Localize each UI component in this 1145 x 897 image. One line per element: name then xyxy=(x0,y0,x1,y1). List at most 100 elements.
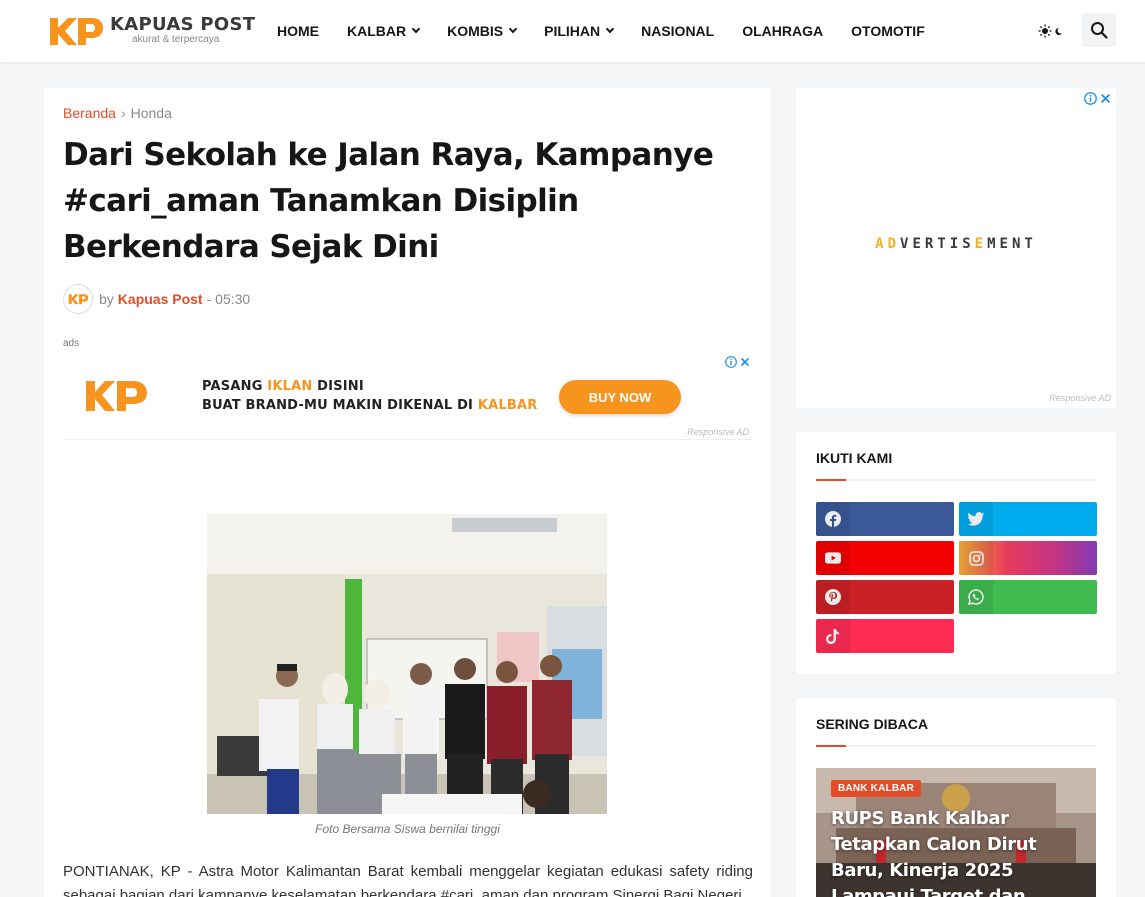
article-body: PONTIANAK, KP - Astra Motor Kalimantan B… xyxy=(63,860,753,897)
nav-pilihan-label: PILIHAN xyxy=(544,23,601,39)
responsive-ad-label: Responsive AD xyxy=(687,427,749,437)
nav-kombis[interactable]: KOMBIS xyxy=(447,23,518,39)
nav-olahraga[interactable]: OLAHRAGA xyxy=(742,23,823,39)
nav-pilihan[interactable]: PILIHAN xyxy=(544,23,615,39)
whatsapp-icon xyxy=(968,589,984,605)
site-header: KAPUAS POST akurat & terpercaya HOME KAL… xyxy=(0,0,1145,62)
ad-line2-pre: BUAT BRAND-MU MAKIN DIKENAL DI xyxy=(202,398,478,413)
ads-label: ads xyxy=(63,338,80,349)
follow-widget: IKUTI KAMI xyxy=(796,432,1116,674)
breadcrumb-current[interactable]: Honda xyxy=(131,105,172,121)
advertisement-text: ADVERTISEMENT xyxy=(796,236,1116,252)
advertisement-label: ADVERTISEMENT xyxy=(875,236,1037,252)
social-facebook[interactable] xyxy=(816,502,954,536)
advertisement-letter: T xyxy=(937,236,950,252)
nav-olahraga-label: OLAHRAGA xyxy=(742,23,824,39)
site-logo[interactable]: KAPUAS POST akurat & terpercaya xyxy=(46,12,256,50)
meta-by: by xyxy=(99,291,114,307)
social-twitter[interactable] xyxy=(959,502,1097,536)
widget-title-underline xyxy=(816,745,1096,747)
kp-logo-mark xyxy=(86,381,147,411)
popular-widget: SERING DIBACA BANK KALBAR RUPS Bank Kalb… xyxy=(796,698,1116,897)
post-title[interactable]: RUPS Bank Kalbar Tetapkan Calon Dirut Ba… xyxy=(831,806,1086,897)
nav-nasional-label: NASIONAL xyxy=(641,23,715,39)
logo-name: KAPUAS POST xyxy=(110,14,256,35)
nav-home-label: HOME xyxy=(277,23,319,39)
buy-now-button[interactable]: BUY NOW xyxy=(559,380,681,414)
ad-banner[interactable]: PASANG IKLAN DISINI BUAT BRAND-MU MAKIN … xyxy=(63,352,753,440)
ad-line1-post: DISINI xyxy=(312,379,364,394)
social-tiktok[interactable] xyxy=(816,619,954,653)
advertisement-letter: D xyxy=(887,236,901,252)
responsive-ad-label: Responsive AD xyxy=(1049,393,1111,403)
nav-otomotif-label: OTOMOTIF xyxy=(851,23,925,39)
advertisement-letter: S xyxy=(962,236,975,252)
post-category-badge[interactable]: BANK KALBAR xyxy=(831,780,922,797)
youtube-icon xyxy=(825,550,841,566)
nav-kalbar[interactable]: KALBAR xyxy=(347,23,421,39)
advertisement-letter: E xyxy=(999,236,1012,252)
ad-choices[interactable] xyxy=(1084,92,1111,105)
advertisement-letter: V xyxy=(900,236,913,252)
widget-title: SERING DIBACA xyxy=(816,716,929,732)
article-container: Beranda › Honda Dari Sekolah ke Jalan Ra… xyxy=(44,88,771,897)
pinterest-icon xyxy=(825,589,841,605)
social-instagram[interactable] xyxy=(959,541,1097,575)
main-nav: HOME KALBAR KOMBIS PILIHAN NASIONAL OLAH… xyxy=(277,0,953,62)
advertisement-letter: T xyxy=(1024,236,1037,252)
advertisement-letter: E xyxy=(912,236,925,252)
ad-subline: BUAT BRAND-MU MAKIN DIKENAL DI KALBAR xyxy=(202,398,537,413)
nav-otomotif[interactable]: OTOMOTIF xyxy=(851,23,925,39)
social-whatsapp[interactable] xyxy=(959,580,1097,614)
kp-logo-mark xyxy=(50,18,103,45)
ad-line1-highlight: IKLAN xyxy=(267,379,313,394)
sun-moon-toggle-icon xyxy=(1038,24,1062,38)
advertisement-letter: A xyxy=(875,236,888,252)
social-youtube[interactable] xyxy=(816,541,954,575)
close-icon[interactable] xyxy=(1100,93,1111,104)
tiktok-icon xyxy=(825,628,841,644)
chevron-right-icon: › xyxy=(120,105,126,121)
ad-line1-pre: PASANG xyxy=(202,379,268,394)
logo-tagline: akurat & terpercaya xyxy=(132,34,220,45)
nav-kalbar-label: KALBAR xyxy=(347,23,407,39)
search-icon xyxy=(1091,22,1108,39)
chevron-down-icon xyxy=(605,24,615,33)
advertisement-letter: N xyxy=(1011,236,1025,252)
facebook-icon xyxy=(825,511,841,527)
advertisement-letter: R xyxy=(924,236,938,252)
article-paragraph: PONTIANAK, KP - Astra Motor Kalimantan B… xyxy=(63,860,753,897)
article-photo[interactable] xyxy=(207,514,607,814)
advertisement-letter: M xyxy=(987,236,1000,252)
ad-headline: PASANG IKLAN DISINI xyxy=(202,379,364,394)
search-button[interactable] xyxy=(1082,13,1116,47)
chevron-down-icon xyxy=(411,24,421,33)
body-line: sebagai bagian dari kampanye keselamatan… xyxy=(63,887,742,897)
chevron-down-icon xyxy=(508,24,518,33)
breadcrumb-home[interactable]: Beranda xyxy=(63,105,116,121)
nav-home[interactable]: HOME xyxy=(277,23,319,39)
post-meta: by Kapuas Post - 05:30 xyxy=(63,284,250,314)
body-line: PONTIANAK, KP - Astra Motor Kalimantan B… xyxy=(63,863,753,880)
popular-post-card[interactable]: BANK KALBAR RUPS Bank Kalbar Tetapkan Ca… xyxy=(816,768,1096,897)
info-icon[interactable] xyxy=(725,356,737,368)
advertisement-letter: I xyxy=(949,236,963,252)
author-link[interactable]: Kapuas Post xyxy=(118,291,203,307)
ad-choices[interactable] xyxy=(725,356,750,368)
dark-mode-toggle[interactable] xyxy=(1034,18,1068,44)
author-avatar[interactable] xyxy=(63,284,93,314)
widget-title: IKUTI KAMI xyxy=(816,450,893,466)
advertisement-letter: E xyxy=(974,236,988,252)
breadcrumb: Beranda › Honda xyxy=(63,105,172,121)
info-icon[interactable] xyxy=(1084,92,1097,105)
close-icon[interactable] xyxy=(740,357,750,367)
nav-nasional[interactable]: NASIONAL xyxy=(641,23,714,39)
widget-title-underline xyxy=(816,479,1096,481)
group-photo-image xyxy=(207,514,607,814)
kp-logo-mark xyxy=(68,294,89,305)
twitter-icon xyxy=(968,511,984,527)
sidebar-ad[interactable]: ADVERTISEMENT Responsive AD xyxy=(796,88,1116,408)
instagram-icon xyxy=(968,550,984,566)
photo-caption: Foto Bersama Siswa bernilai tinggi xyxy=(315,822,500,836)
social-pinterest[interactable] xyxy=(816,580,954,614)
